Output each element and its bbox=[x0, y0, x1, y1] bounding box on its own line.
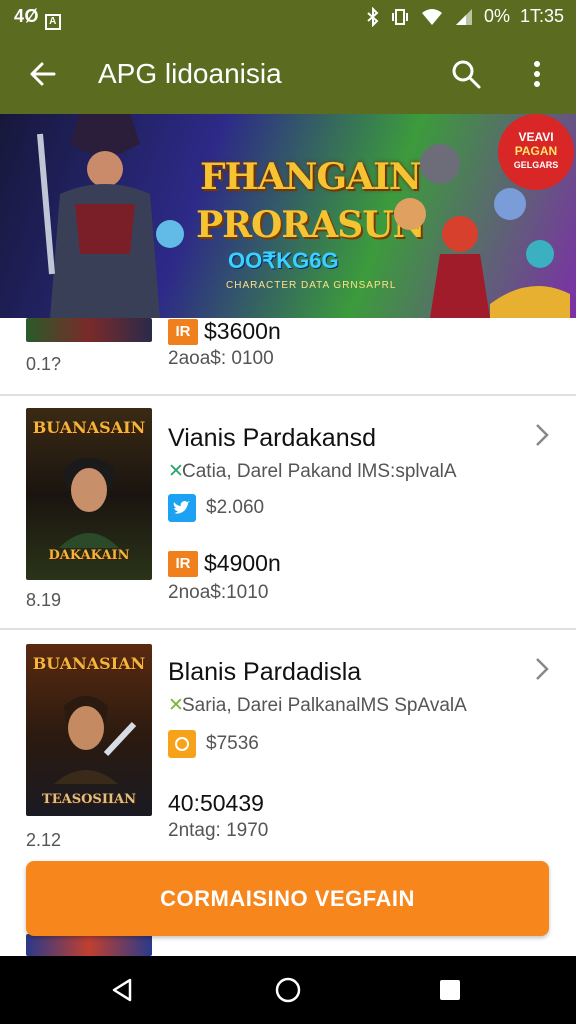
subtitle-text: Catia, Darel Pakand lMS:splvalA bbox=[182, 461, 457, 482]
back-arrow-icon[interactable] bbox=[24, 56, 60, 92]
game-title: Vianis Pardakansd bbox=[168, 424, 377, 452]
rank-text: 0.1? bbox=[26, 354, 62, 374]
character-portrait-icon bbox=[54, 696, 136, 784]
social-value: $2.060 bbox=[206, 497, 265, 518]
status-left-text: 4Ø bbox=[14, 6, 40, 26]
game-thumbnail: BUANASAIN DAKAKAIN bbox=[26, 408, 152, 580]
badge-line3: GELGARS bbox=[513, 160, 559, 170]
page-title: APG lidoanisia bbox=[98, 58, 282, 89]
badge-line1: VEAVI bbox=[518, 130, 554, 144]
thumb-title-top: BUANASAIN bbox=[32, 418, 146, 437]
clock-text: 1T:35 bbox=[519, 6, 564, 26]
thumb-title-top: BUANASIAN bbox=[32, 654, 146, 673]
status-bar: 4Ø A 0% 1T:35 bbox=[0, 0, 576, 34]
game-thumbnail-partial bbox=[26, 934, 152, 956]
notification-icon: A bbox=[45, 14, 62, 30]
banner-subtitle: OO₹KG6G bbox=[228, 248, 339, 273]
price-tag-icon: IR bbox=[168, 550, 198, 577]
twitter-icon bbox=[168, 494, 196, 522]
subtitle-text: Saria, Darei PalkanalMS SpAvalA bbox=[182, 695, 467, 716]
system-nav-bar bbox=[0, 956, 576, 1024]
coin-icon bbox=[168, 730, 196, 758]
thumb-title-bottom: DAKAKAIN bbox=[48, 548, 130, 563]
game-subtitle: ✕Saria, Darei PalkanalMS SpAvalA bbox=[168, 694, 467, 717]
more-vert-icon[interactable] bbox=[522, 56, 552, 92]
thumb-title-bottom: TEASOSIIAN bbox=[42, 792, 136, 807]
social-row: $2.060 bbox=[168, 494, 264, 522]
list-item[interactable]: 0.1? IR $3600n 2aoa$: 0100 bbox=[0, 318, 576, 394]
game-subtitle: ✕Catia, Darel Pakand lMS:splvalA bbox=[168, 460, 457, 483]
price-row: IR $4900n bbox=[168, 550, 281, 577]
game-thumbnail bbox=[26, 318, 152, 342]
app-bar: APG lidoanisia bbox=[0, 34, 576, 114]
price-text: $4900n bbox=[204, 550, 281, 576]
price-row: 40:50439 bbox=[168, 790, 264, 817]
badge-line2: PAGAN bbox=[514, 144, 558, 158]
home-circle-icon[interactable] bbox=[270, 972, 306, 1008]
meta-text: 2aoa$: 0100 bbox=[168, 348, 274, 369]
chevron-right-icon[interactable] bbox=[530, 654, 554, 684]
game-title: Blanis Pardadisla bbox=[168, 658, 362, 686]
status-left: 4Ø A bbox=[14, 6, 62, 30]
price-tag-icon: IR bbox=[168, 318, 198, 345]
rank-text: 2.12 bbox=[26, 830, 62, 850]
chevron-right-icon[interactable] bbox=[530, 420, 554, 450]
signal-icon bbox=[455, 8, 472, 25]
list-item[interactable]: BUANASAIN DAKAKAIN 8.19 Vianis Pardakans… bbox=[0, 396, 576, 628]
price-text: $3600n bbox=[204, 318, 281, 344]
category-icon: ✕ bbox=[168, 461, 184, 482]
banner-badge: VEAVI PAGAN GELGARS bbox=[498, 114, 574, 190]
vibrate-icon bbox=[391, 8, 408, 25]
promo-banner[interactable]: FHANGAIN PRORASUN OO₹KG6G CHARACTER DATA… bbox=[0, 114, 576, 318]
recents-square-icon[interactable] bbox=[432, 972, 468, 1008]
social-value: $7536 bbox=[206, 733, 259, 754]
price-row: IR $3600n bbox=[168, 318, 281, 345]
status-right: 0% 1T:35 bbox=[366, 6, 564, 27]
meta-text: 2noa$:1010 bbox=[168, 582, 269, 603]
back-triangle-icon[interactable] bbox=[104, 972, 140, 1008]
wifi-icon bbox=[421, 8, 442, 25]
rank-text: 8.19 bbox=[26, 590, 62, 610]
hero-character-image bbox=[37, 114, 184, 318]
battery-text: 0% bbox=[483, 6, 510, 26]
primary-cta-button[interactable]: CORMAISINO VEGFAIN bbox=[26, 861, 549, 936]
social-row: $7536 bbox=[168, 730, 259, 758]
game-thumbnail: BUANASIAN TEASOSIIAN bbox=[26, 644, 152, 816]
list-item[interactable]: BUANASIAN TEASOSIIAN 2.12 Blanis Pardadi… bbox=[0, 630, 576, 866]
character-portrait-icon bbox=[59, 458, 119, 548]
search-icon[interactable] bbox=[448, 56, 484, 92]
bluetooth-icon bbox=[367, 6, 379, 27]
banner-tagline: CHARACTER DATA GRNSAPRL bbox=[226, 280, 397, 291]
price-text: 40:50439 bbox=[168, 790, 264, 816]
meta-text: 2ntag: 1970 bbox=[168, 820, 269, 841]
category-icon: ✕ bbox=[168, 695, 184, 716]
